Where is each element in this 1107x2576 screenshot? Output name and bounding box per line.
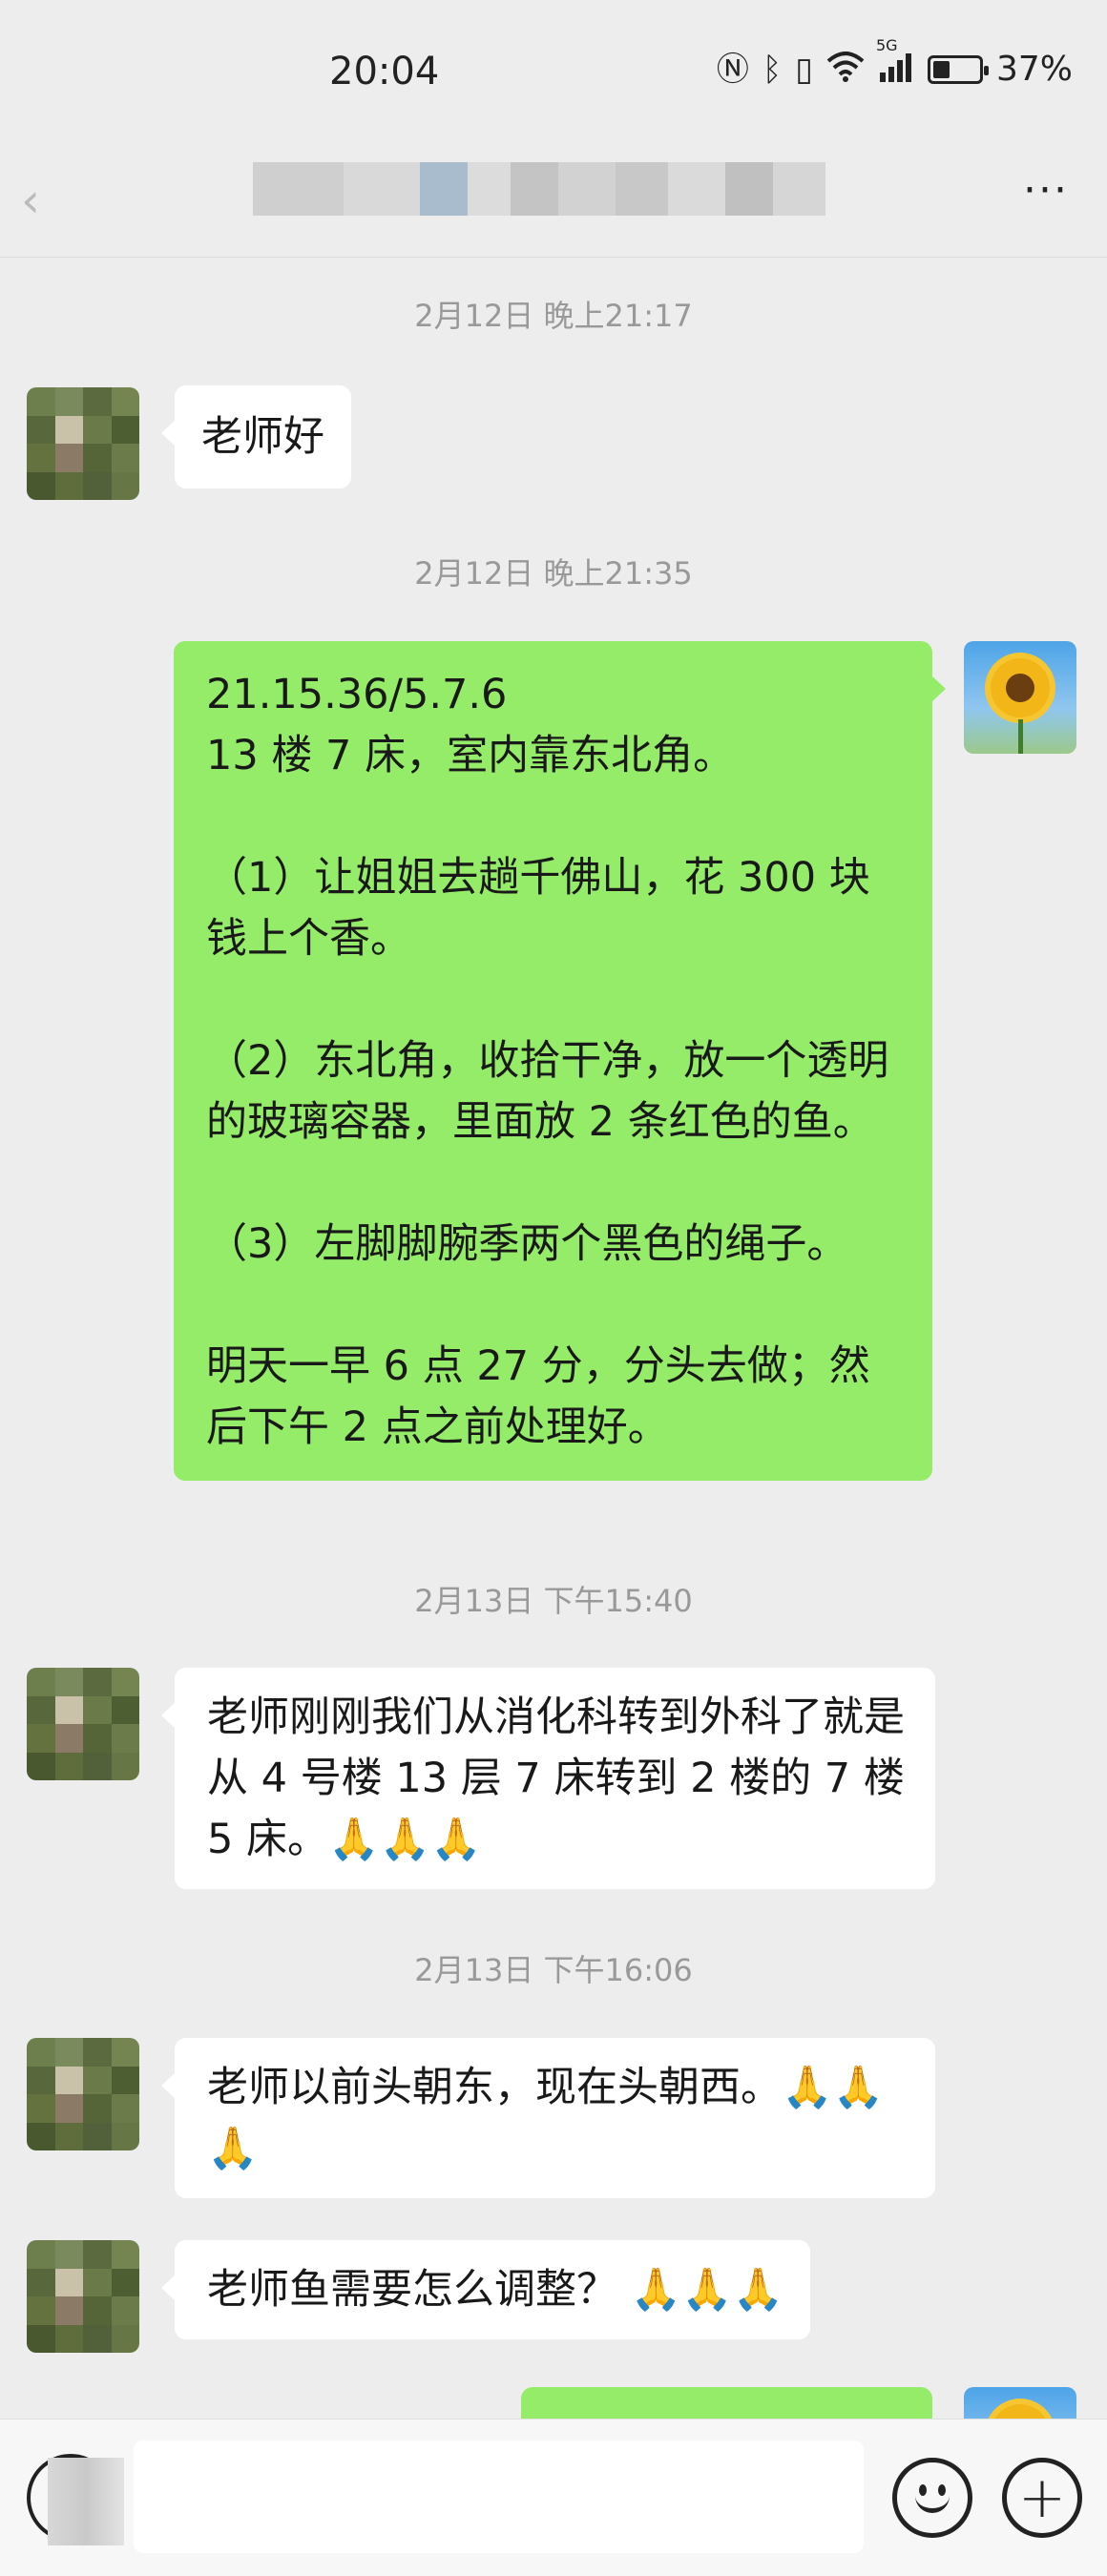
status-time: 20:04 bbox=[329, 50, 440, 93]
message-bubble-incoming[interactable]: 老师鱼需要怎么调整？ 🙏🙏🙏 bbox=[160, 2240, 811, 2339]
timestamp: 2月13日 下午16:06 bbox=[414, 1952, 693, 1988]
chat-header: ‹ ··· bbox=[0, 143, 1107, 258]
plus-button[interactable]: + bbox=[1002, 2458, 1082, 2538]
vibrate-icon: ▯ bbox=[795, 50, 813, 89]
battery-icon bbox=[927, 54, 989, 84]
voice-input-button[interactable] bbox=[27, 2454, 124, 2545]
contact-avatar[interactable] bbox=[27, 2038, 139, 2150]
message-bubble-incoming[interactable]: 老师以前头朝东，现在头朝西。🙏🙏🙏 bbox=[161, 2038, 935, 2198]
chat-title-blurred bbox=[253, 162, 825, 216]
input-bar: + bbox=[0, 2419, 1107, 2576]
status-bar: 20:04 Ⓝ ᛒ ▯ 5G 37% bbox=[0, 0, 1107, 143]
timestamp: 2月12日 晚上21:35 bbox=[414, 555, 693, 592]
timestamp: 2月12日 晚上21:17 bbox=[414, 298, 693, 334]
status-icons: Ⓝ ᛒ ▯ 5G 37% bbox=[716, 37, 1073, 89]
nfc-icon: Ⓝ bbox=[716, 50, 749, 89]
back-icon[interactable]: ‹ bbox=[21, 162, 78, 239]
signal-icon: 5G bbox=[876, 37, 914, 88]
message-bubble-incoming[interactable]: 老师刚刚我们从消化科转到外科了就是从 4 号楼 13 层 7 床转到 2 楼的 … bbox=[161, 1668, 935, 1889]
battery-percentage: 37% bbox=[995, 50, 1073, 89]
more-options-button[interactable]: ··· bbox=[1023, 162, 1069, 239]
message-list[interactable]: 2月12日 晚上21:17 老师好 2月12日 晚上21:35 21.15.36… bbox=[0, 258, 1107, 2419]
battery-fill bbox=[932, 60, 950, 78]
timestamp: 2月13日 下午15:40 bbox=[414, 1583, 693, 1619]
emoji-icon[interactable] bbox=[892, 2458, 972, 2538]
message-input[interactable] bbox=[134, 2441, 864, 2553]
network-type: 5G bbox=[875, 35, 898, 54]
contact-avatar[interactable] bbox=[27, 1668, 139, 1780]
self-avatar[interactable] bbox=[964, 2387, 1076, 2419]
bluetooth-icon: ᛒ bbox=[762, 50, 783, 89]
contact-avatar[interactable] bbox=[27, 387, 139, 500]
message-bubble-incoming[interactable]: 老师好 bbox=[161, 385, 351, 488]
contact-avatar[interactable] bbox=[27, 2240, 139, 2353]
message-bubble-outgoing[interactable]: 21.15.36/5.7.6 13 楼 7 床，室内靠东北角。 （1）让姐姐去趟… bbox=[174, 641, 946, 1481]
self-avatar[interactable] bbox=[964, 641, 1076, 754]
message-bubble-outgoing-partial[interactable] bbox=[521, 2387, 932, 2419]
wifi-icon bbox=[826, 51, 865, 88]
